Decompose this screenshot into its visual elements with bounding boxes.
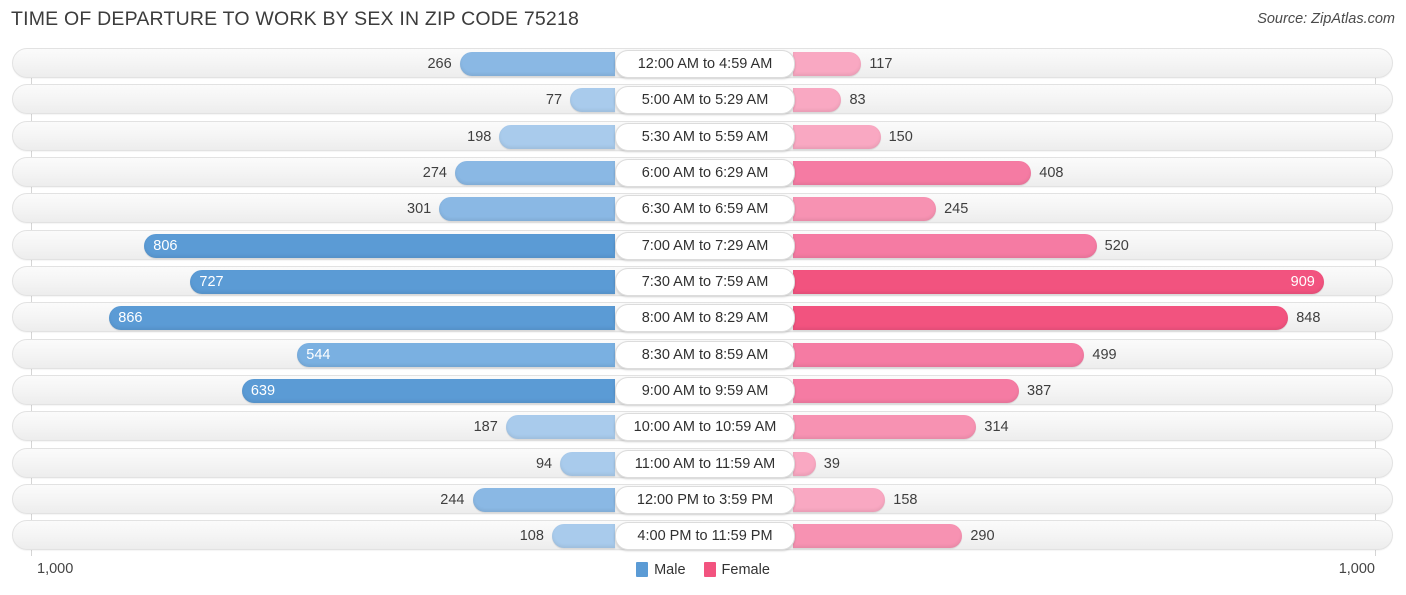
bar-female[interactable] xyxy=(793,306,1289,331)
value-label-male: 77 xyxy=(545,92,563,109)
value-label-female: 150 xyxy=(888,128,913,145)
bar-male[interactable] xyxy=(551,524,615,549)
category-label: 5:30 AM to 5:59 AM xyxy=(615,122,795,151)
value-label-male: 198 xyxy=(467,128,492,145)
bar-male[interactable] xyxy=(560,451,615,476)
bar-female[interactable] xyxy=(793,197,937,222)
bar-male[interactable] xyxy=(505,415,615,440)
chart-row: 198 150 5:30 AM to 5:59 AM xyxy=(12,120,1393,151)
value-label-female: 387 xyxy=(1027,382,1052,399)
category-label: 7:30 AM to 7:59 AM xyxy=(615,267,795,296)
category-label: 7:00 AM to 7:29 AM xyxy=(615,231,795,260)
category-label: 6:30 AM to 6:59 AM xyxy=(615,195,795,224)
value-label-male: 244 xyxy=(440,491,465,508)
value-label-female: 520 xyxy=(1104,237,1129,254)
value-label-female: 39 xyxy=(823,455,840,472)
legend-label: Female xyxy=(721,562,770,578)
value-label-male: 94 xyxy=(535,455,553,472)
value-label-male: 301 xyxy=(407,201,432,218)
chart-row: 108 290 4:00 PM to 11:59 PM xyxy=(12,520,1393,551)
chart-row: 806 520 7:00 AM to 7:29 AM xyxy=(12,229,1393,260)
legend-label: Male xyxy=(654,562,686,578)
bar-male[interactable] xyxy=(570,88,615,113)
value-label-female: 245 xyxy=(944,201,969,218)
value-label-male: 727 xyxy=(199,273,224,290)
chart-header: TIME OF DEPARTURE TO WORK BY SEX IN ZIP … xyxy=(0,0,1406,44)
chart-row: 244 158 12:00 PM to 3:59 PM xyxy=(12,483,1393,514)
bar-male[interactable] xyxy=(459,52,615,76)
chart-legend: Male Female xyxy=(0,561,1406,579)
chart-plot-area: 266 117 12:00 AM to 4:59 AM 77 83 5:00 AM to … xyxy=(0,44,1406,556)
value-label-male: 187 xyxy=(473,419,498,436)
value-label-female: 290 xyxy=(970,528,995,545)
chart-footer: 1,000 1,000 Male Female xyxy=(0,556,1406,595)
legend-swatch-icon xyxy=(703,562,716,577)
value-label-male: 866 xyxy=(118,310,143,327)
chart-row: 301 245 6:30 AM to 6:59 AM xyxy=(12,193,1393,224)
chart-row: 639 387 9:00 AM to 9:59 AM xyxy=(12,374,1393,405)
bar-male[interactable] xyxy=(454,160,615,185)
chart-row: 544 499 8:30 AM to 8:59 AM xyxy=(12,338,1393,369)
category-label: 5:00 AM to 5:29 AM xyxy=(615,86,795,115)
value-label-female: 848 xyxy=(1296,310,1321,327)
bar-male[interactable] xyxy=(472,487,615,512)
value-label-female: 117 xyxy=(869,56,893,72)
bar-male[interactable] xyxy=(499,124,615,149)
chart-row: 94 39 11:00 AM to 11:59 AM xyxy=(12,447,1393,478)
category-label: 12:00 PM to 3:59 PM xyxy=(615,485,795,514)
value-label-male: 806 xyxy=(153,237,178,254)
category-label: 8:00 AM to 8:29 AM xyxy=(615,304,795,333)
bar-female[interactable] xyxy=(793,124,881,149)
legend-swatch-icon xyxy=(636,562,649,577)
chart-row: 187 314 10:00 AM to 10:59 AM xyxy=(12,411,1393,442)
value-label-female: 499 xyxy=(1092,346,1117,363)
value-label-male: 108 xyxy=(519,528,544,545)
legend-item[interactable]: Male xyxy=(636,561,686,579)
bar-female[interactable] xyxy=(793,451,816,476)
bar-female[interactable] xyxy=(793,160,1032,185)
chart-row: 77 83 5:00 AM to 5:29 AM xyxy=(12,84,1393,115)
source-attribution: Source: ZipAtlas.com xyxy=(1257,11,1395,27)
bar-female[interactable] xyxy=(793,487,886,512)
chart-row: 866 848 8:00 AM to 8:29 AM xyxy=(12,302,1393,333)
bar-male[interactable] xyxy=(439,197,615,222)
chart-row: 266 117 12:00 AM to 4:59 AM xyxy=(12,48,1393,78)
bar-female[interactable] xyxy=(793,88,842,113)
bar-female[interactable] xyxy=(793,342,1085,367)
category-label: 10:00 AM to 10:59 AM xyxy=(615,413,795,442)
value-label-female: 408 xyxy=(1039,164,1064,181)
chart-row: 274 408 6:00 AM to 6:29 AM xyxy=(12,156,1393,187)
value-label-female: 314 xyxy=(984,419,1009,436)
category-label: 11:00 AM to 11:59 AM xyxy=(615,449,795,478)
bar-female[interactable] xyxy=(793,233,1097,258)
value-label-male: 274 xyxy=(422,164,447,181)
value-label-male: 544 xyxy=(306,346,331,363)
value-label-female: 158 xyxy=(893,491,918,508)
category-label: 6:00 AM to 6:29 AM xyxy=(615,158,795,187)
chart-row: 727 909 7:30 AM to 7:59 AM xyxy=(12,265,1393,296)
bar-female[interactable] xyxy=(793,378,1019,403)
bar-female[interactable] xyxy=(793,52,862,76)
page-title: TIME OF DEPARTURE TO WORK BY SEX IN ZIP … xyxy=(11,8,580,30)
category-label: 8:30 AM to 8:59 AM xyxy=(615,340,795,369)
value-label-male: 266 xyxy=(427,56,452,72)
value-label-female: 83 xyxy=(849,92,866,109)
category-label: 12:00 AM to 4:59 AM xyxy=(615,50,795,78)
category-label: 4:00 PM to 11:59 PM xyxy=(615,522,795,551)
legend-item[interactable]: Female xyxy=(703,561,770,579)
value-label-female: 909 xyxy=(1290,273,1315,290)
bar-female[interactable] xyxy=(793,415,977,440)
bar-female[interactable] xyxy=(793,524,963,549)
category-label: 9:00 AM to 9:59 AM xyxy=(615,376,795,405)
value-label-male: 639 xyxy=(250,382,276,399)
